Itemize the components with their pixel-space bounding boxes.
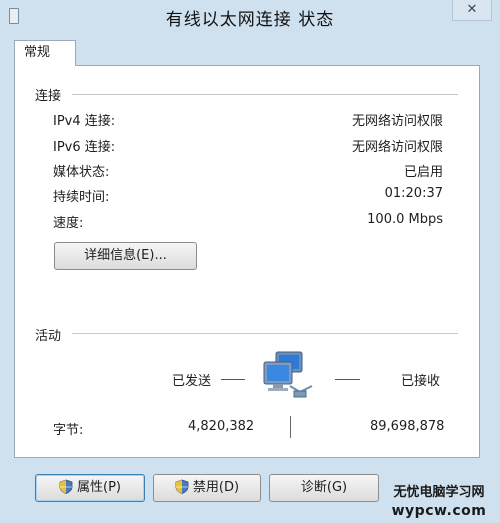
- ipv4-value: 无网络访问权限: [351, 114, 443, 129]
- site-watermark: 无忧电脑学习网 wypcw.com: [380, 484, 498, 520]
- disable-button-label: 禁用(D): [192, 480, 240, 495]
- sent-dash: [221, 379, 245, 380]
- title-bar[interactable]: 有线以太网连接 状态 ✕: [0, 0, 500, 34]
- sent-label: 已发送: [172, 374, 212, 389]
- window-title: 有线以太网连接 状态: [165, 10, 335, 30]
- bytes-label: 字节:: [53, 423, 84, 438]
- close-icon: ✕: [466, 2, 478, 17]
- details-button[interactable]: 详细信息(E)...: [54, 242, 197, 270]
- duration-label: 持续时间:: [53, 190, 110, 205]
- shield-icon: [59, 479, 73, 494]
- properties-button[interactable]: 属性(P): [35, 474, 145, 502]
- activity-divider: [72, 333, 458, 334]
- bytes-sent-value: 4,820,382: [188, 419, 255, 434]
- speed-label: 速度:: [53, 216, 84, 231]
- media-state-value: 已启用: [403, 165, 443, 180]
- media-state-label: 媒体状态:: [53, 165, 110, 180]
- speed-value: 100.0 Mbps: [367, 212, 443, 227]
- diagnose-button[interactable]: 诊断(G): [269, 474, 379, 502]
- bytes-separator: [290, 416, 291, 438]
- tab-general[interactable]: 常规: [14, 40, 76, 66]
- connection-section-title: 连接: [35, 89, 62, 104]
- bytes-received-value: 89,698,878: [370, 419, 445, 434]
- ipv6-label: IPv6 连接:: [53, 140, 116, 155]
- received-label: 已接收: [401, 374, 441, 389]
- close-button[interactable]: ✕: [452, 0, 492, 21]
- received-dash: [335, 379, 360, 380]
- duration-value: 01:20:37: [384, 186, 443, 201]
- ipv4-label: IPv4 连接:: [53, 114, 116, 129]
- watermark-line-1: 无忧电脑学习网: [393, 485, 485, 500]
- connection-divider: [72, 94, 458, 95]
- shield-icon: [175, 479, 189, 494]
- status-dialog: 有线以太网连接 状态 ✕ 常规 连接 IPv4 连接: 无网络访问权限 IPv6…: [0, 0, 500, 523]
- network-computers-icon: [263, 351, 313, 398]
- properties-button-label: 属性(P): [77, 480, 121, 495]
- watermark-line-2: wypcw.com: [391, 503, 487, 519]
- activity-section-title: 活动: [35, 329, 62, 344]
- disable-button[interactable]: 禁用(D): [153, 474, 261, 502]
- ipv6-value: 无网络访问权限: [351, 140, 443, 155]
